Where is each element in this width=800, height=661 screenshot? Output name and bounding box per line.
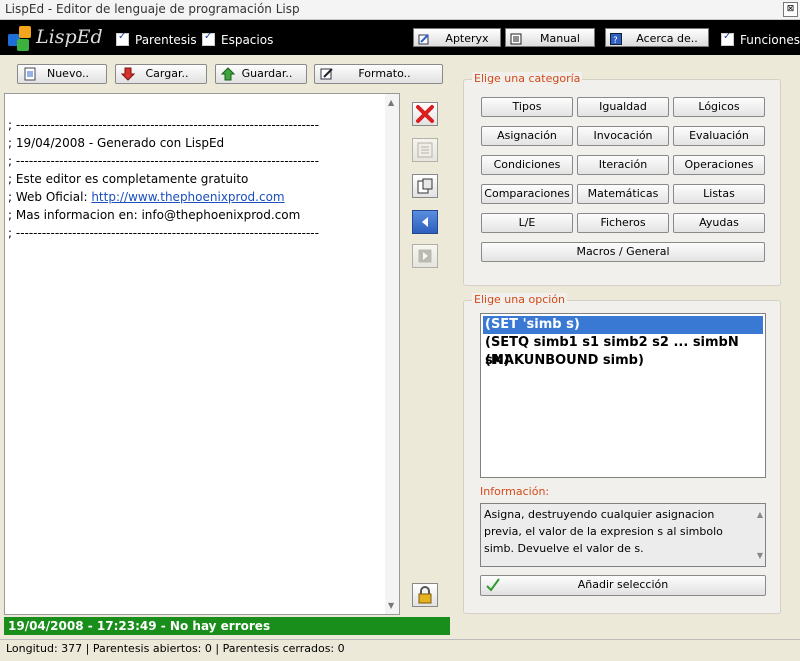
category-iteracion-button[interactable]: Iteración bbox=[577, 155, 669, 175]
nuevo-label: Nuevo.. bbox=[46, 67, 89, 80]
category-listas-button[interactable]: Listas bbox=[673, 184, 765, 204]
help-icon: ? bbox=[610, 32, 622, 46]
category-ficheros-button[interactable]: Ficheros bbox=[577, 213, 669, 233]
category-ayudas-button[interactable]: Ayudas bbox=[673, 213, 765, 233]
editor-line: ; Web Oficial: http://www.thephoenixprod… bbox=[8, 188, 319, 206]
add-selection-button[interactable]: Añadir selección bbox=[480, 575, 766, 596]
editor-line: ; --------------------------------------… bbox=[8, 226, 319, 240]
editor-line: ; Mas informacion en: info@thephoenixpro… bbox=[8, 208, 301, 222]
paste-icon bbox=[417, 178, 433, 194]
scroll-up-icon[interactable]: ▲ bbox=[757, 506, 763, 523]
category-operaciones-button[interactable]: Operaciones bbox=[673, 155, 765, 175]
status-bar: 19/04/2008 - 17:23:49 - No hay errores bbox=[4, 617, 450, 635]
logo-text: LispEd bbox=[36, 26, 103, 48]
checkbox-icon bbox=[202, 31, 215, 46]
svg-text:?: ? bbox=[613, 36, 618, 45]
category-asignacion-button[interactable]: Asignación bbox=[481, 126, 573, 146]
footer-info: Longitud: 377 | Parentesis abiertos: 0 |… bbox=[0, 639, 800, 661]
notes-icon bbox=[417, 142, 433, 158]
checkbox-icon bbox=[116, 31, 129, 46]
funciones-label: Funciones bbox=[740, 33, 800, 47]
cargar-button[interactable]: Cargar.. bbox=[115, 64, 207, 84]
title-bar: LispEd - Editor de lenguaje de programac… bbox=[0, 0, 800, 20]
book-icon bbox=[510, 32, 522, 45]
editor-line-text: ; Web Oficial: bbox=[8, 190, 92, 204]
new-file-icon bbox=[23, 67, 37, 81]
close-icon[interactable]: ⊠ bbox=[783, 2, 798, 17]
apteryx-label: Apteryx bbox=[445, 32, 489, 45]
category-macros-button[interactable]: Macros / General bbox=[481, 242, 765, 262]
logo-cube-icon bbox=[17, 39, 29, 51]
editor-line: ; --------------------------------------… bbox=[8, 154, 319, 168]
pencil-icon bbox=[320, 67, 334, 81]
parentesis-label: Parentesis bbox=[135, 33, 197, 47]
category-igualdad-button[interactable]: Igualdad bbox=[577, 97, 669, 117]
category-evaluacion-button[interactable]: Evaluación bbox=[673, 126, 765, 146]
acerca-button[interactable]: ? Acerca de.. bbox=[605, 28, 709, 47]
category-tipos-button[interactable]: Tipos bbox=[481, 97, 573, 117]
next-button[interactable] bbox=[412, 244, 438, 268]
arrow-right-icon bbox=[418, 249, 432, 263]
lock-button[interactable] bbox=[412, 583, 438, 607]
espacios-label: Espacios bbox=[221, 33, 274, 47]
checkbox-icon bbox=[721, 31, 734, 46]
cargar-label: Cargar.. bbox=[145, 67, 189, 80]
editor-line: ; Este editor es completamente gratuito bbox=[8, 172, 249, 186]
category-matematicas-button[interactable]: Matemáticas bbox=[577, 184, 669, 204]
nuevo-button[interactable]: Nuevo.. bbox=[17, 64, 107, 84]
paste-button[interactable] bbox=[412, 174, 438, 198]
scroll-up-icon[interactable]: ▲ bbox=[388, 98, 394, 107]
options-list[interactable]: (SET 'simb s) (SETQ simb1 s1 simb2 s2 ..… bbox=[480, 313, 766, 478]
editor-line: ; 19/04/2008 - Generado con LispEd bbox=[8, 136, 225, 150]
list-item[interactable]: (SETQ simb1 s1 simb2 s2 ... simbN sN) bbox=[483, 334, 763, 368]
category-condiciones-button[interactable]: Condiciones bbox=[481, 155, 573, 175]
list-item[interactable]: (MAKUNBOUND simb) bbox=[483, 352, 763, 370]
delete-x-icon bbox=[416, 105, 434, 123]
guardar-label: Guardar.. bbox=[241, 67, 293, 80]
delete-button[interactable] bbox=[412, 102, 438, 126]
apteryx-button[interactable]: Apteryx bbox=[413, 28, 501, 47]
category-group-label: Elige una categoría bbox=[472, 72, 583, 85]
editor-content[interactable]: ; --------------------------------------… bbox=[8, 98, 319, 278]
logo-cube-icon bbox=[19, 26, 31, 38]
info-label: Información: bbox=[480, 485, 550, 498]
category-comparaciones-button[interactable]: Comparaciones bbox=[481, 184, 573, 204]
funciones-checkbox[interactable]: Funciones bbox=[721, 31, 800, 47]
parentesis-checkbox[interactable]: Parentesis bbox=[116, 31, 197, 47]
formato-button[interactable]: Formato.. bbox=[314, 64, 443, 84]
acerca-label: Acerca de.. bbox=[636, 32, 698, 45]
edit-icon bbox=[418, 32, 430, 45]
manual-button[interactable]: Manual bbox=[505, 28, 595, 47]
checkmark-icon bbox=[485, 577, 500, 592]
scroll-down-icon[interactable]: ▼ bbox=[757, 547, 763, 564]
window-title: LispEd - Editor de lenguaje de programac… bbox=[5, 2, 300, 16]
arrow-left-icon bbox=[422, 217, 428, 227]
espacios-checkbox[interactable]: Espacios bbox=[202, 31, 274, 47]
category-logicos-button[interactable]: Lógicos bbox=[673, 97, 765, 117]
prev-button[interactable] bbox=[412, 210, 438, 234]
download-arrow-icon bbox=[120, 67, 136, 81]
upload-arrow-icon bbox=[220, 67, 236, 81]
guardar-button[interactable]: Guardar.. bbox=[215, 64, 307, 84]
category-le-button[interactable]: L/E bbox=[481, 213, 573, 233]
app-logo: LispEd bbox=[5, 22, 105, 54]
list-item[interactable]: (SET 'simb s) bbox=[483, 316, 763, 334]
info-box: Asigna, destruyendo cualquier asignacion… bbox=[480, 503, 766, 567]
editor-scrollbar[interactable]: ▲ ▼ bbox=[385, 94, 399, 614]
code-editor[interactable]: ; --------------------------------------… bbox=[4, 93, 400, 615]
formato-label: Formato.. bbox=[358, 67, 411, 80]
top-toolbar: LispEd Parentesis Espacios Apteryx Manua… bbox=[0, 20, 800, 55]
lock-icon bbox=[418, 586, 432, 604]
category-invocacion-button[interactable]: Invocación bbox=[577, 126, 669, 146]
scroll-down-icon[interactable]: ▼ bbox=[388, 601, 394, 610]
notes-button[interactable] bbox=[412, 138, 438, 162]
web-link[interactable]: http://www.thephoenixprod.com bbox=[91, 190, 284, 204]
add-selection-label: Añadir selección bbox=[577, 578, 669, 591]
editor-line: ; --------------------------------------… bbox=[8, 118, 319, 132]
options-group-label: Elige una opción bbox=[472, 293, 568, 306]
info-text: Asigna, destruyendo cualquier asignacion… bbox=[484, 508, 723, 555]
manual-label: Manual bbox=[540, 32, 580, 45]
